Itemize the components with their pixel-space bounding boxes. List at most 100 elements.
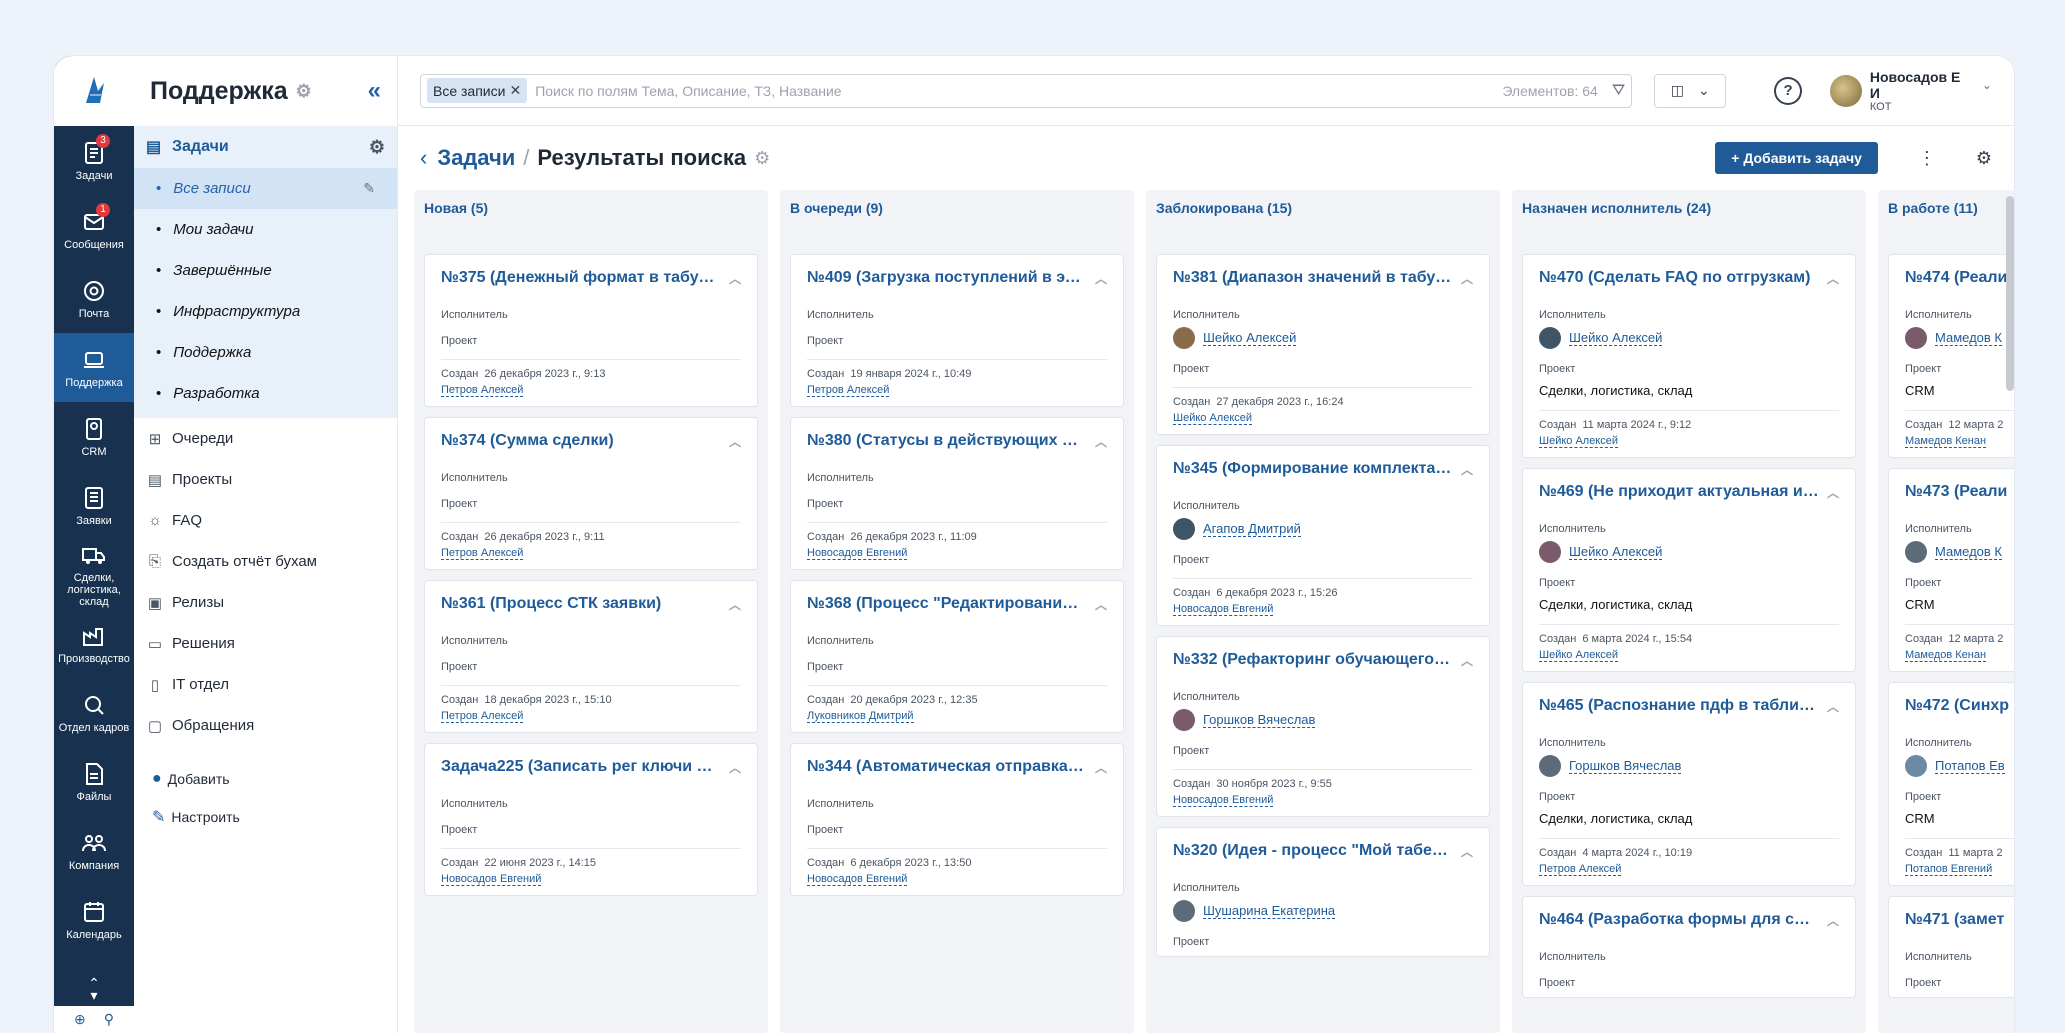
plus-circle-icon[interactable]: ⊕ [74,1011,86,1028]
sidebar-subitem[interactable]: Завершённые [134,250,397,291]
executor[interactable]: Шейко Алексей [1539,541,1839,563]
task-card[interactable]: Задача225 (Записать рег ключи в FA... ︿ Ис… [424,743,758,896]
add-button[interactable]: ● Добавить [134,760,397,798]
task-card[interactable]: №332 (Рефакторинг обучающего бо... ︿ Испол… [1156,636,1490,817]
chevron-up-icon[interactable]: ︿ [1095,759,1107,776]
sidebar-subitem[interactable]: Все записи ✎ [134,168,397,209]
task-card[interactable]: №368 (Процесс "Редактирование но... ︿ Испо… [790,580,1124,733]
rail-item-support[interactable]: Поддержка [54,333,134,402]
rail-item-calendar[interactable]: Календарь [54,885,134,954]
chevron-up-icon[interactable]: ︿ [1095,270,1107,287]
author-link[interactable]: Петров Алексей [441,384,524,397]
executor[interactable]: Агапов Дмитрий [1173,518,1473,540]
help-icon[interactable]: ? [1774,76,1802,105]
author-link[interactable]: Шейко Алексей [1173,412,1253,425]
author-link[interactable]: Шейко Алексей [1539,649,1619,662]
filter-chip[interactable]: Все записи ✕ [427,78,528,103]
chevron-up-icon[interactable]: ︿ [1461,461,1473,478]
task-card[interactable]: №470 (Сделать FAQ по отгрузкам) ︿ Исполнит… [1522,254,1856,458]
gear-icon[interactable]: ⚙ [754,148,770,169]
task-card[interactable]: №381 (Диапазон значений в табулят... ︿ Исп… [1156,254,1490,435]
gear-icon[interactable]: ⚙ [296,81,312,102]
task-card[interactable]: №361 (Процесс СТК заявки) ︿ Исполнитель Про… [424,580,758,733]
chevron-up-icon[interactable]: ︿ [1461,843,1473,860]
card-title[interactable]: №473 (Реали︿ [1905,483,2014,501]
column-title[interactable]: В работе (11) [1888,190,2014,226]
task-card[interactable]: №374 (Сумма сделки) ︿ Исполнитель Проект Соз… [424,417,758,570]
chevron-up-icon[interactable]: ︿ [1827,698,1839,715]
close-icon[interactable]: ✕ [509,82,521,99]
author-link[interactable]: Потапов Евгений [1905,863,1993,876]
author-link[interactable]: Шейко Алексей [1539,435,1619,448]
executor[interactable]: Шушарина Екатерина [1173,900,1473,922]
search-placeholder[interactable]: Поиск по полям Тема, Описание, ТЗ, Назва… [535,83,1502,99]
author-link[interactable]: Петров Алексей [441,710,524,723]
chevron-up-icon[interactable]: ︿ [1461,270,1473,287]
author-link[interactable]: Петров Алексей [441,547,524,560]
rail-item-tasks[interactable]: 3 Задачи [54,126,134,195]
task-card[interactable]: №409 (Загрузка поступлений в элма... ︿ Исп… [790,254,1124,407]
task-card[interactable]: №345 (Формирование комплекта на... ︿ Испол… [1156,445,1490,626]
author-link[interactable]: Мамедов Кенан [1905,649,1987,662]
task-card[interactable]: №474 (Реали︿ Исполнитель Мамедов К Проект CR… [1888,254,2014,458]
task-card[interactable]: №344 (Автоматическая отправка ра... ︿ Испо… [790,743,1124,896]
chevron-up-icon[interactable]: ︿ [1095,433,1107,450]
rail-item-factory[interactable]: Производство [54,609,134,678]
chevron-up-icon[interactable]: ︿ [729,759,741,776]
card-title[interactable]: №361 (Процесс СТК заявки) ︿ [441,595,741,613]
sidebar-subitem[interactable]: Разработка [134,373,397,414]
task-card[interactable]: №375 (Денежный формат в табулято... ︿ Испо… [424,254,758,407]
card-title[interactable]: №472 (Синхр︿ [1905,697,2014,715]
card-title[interactable]: №375 (Денежный формат в табулято... ︿ [441,269,741,287]
card-title[interactable]: №471 (замет︿ [1905,911,2014,929]
rail-item-crm[interactable]: CRM [54,402,134,471]
author-link[interactable]: Новосадов Евгений [1173,603,1274,616]
executor[interactable]: Шейко Алексей [1539,327,1839,349]
card-title[interactable]: №320 (Идея - процесс "Мой табель") ︿ [1173,842,1473,860]
chevron-up-icon[interactable]: ︿ [729,433,741,450]
sidebar-section-title[interactable]: ▤ Задачи ⚙ [134,126,397,168]
collapse-icon[interactable]: « [368,77,381,105]
author-link[interactable]: Новосадов Евгений [807,873,908,886]
executor[interactable]: Шейко Алексей [1173,327,1473,349]
configure-button[interactable]: ✎ Настроить [134,798,397,836]
app-logo[interactable] [54,56,134,126]
card-title[interactable]: №474 (Реали︿ [1905,269,2014,287]
card-title[interactable]: №380 (Статусы в действующих проц... ︿ [807,432,1107,450]
rail-item-mail[interactable]: Почта [54,264,134,333]
rail-item-files[interactable]: Файлы [54,747,134,816]
search-input[interactable]: Все записи ✕ Поиск по полям Тема, Описан… [420,73,1633,108]
sidebar-item[interactable]: ▯ IT отдел [134,664,397,705]
author-link[interactable]: Луковников Дмитрий [807,710,914,723]
column-title[interactable]: Назначен исполнитель (24) [1522,190,1856,226]
executor[interactable]: Потапов Ев [1905,755,2014,777]
card-title[interactable]: №345 (Формирование комплекта на... ︿ [1173,460,1473,478]
task-card[interactable]: №471 (замет︿ Исполнитель Проект [1888,896,2014,998]
chevron-up-icon[interactable]: ︿ [1095,596,1107,613]
sidebar-item[interactable]: ▤ Проекты [134,459,397,500]
card-title[interactable]: №344 (Автоматическая отправка ра... ︿ [807,758,1107,776]
sidebar-subitem[interactable]: Инфраструктура [134,291,397,332]
task-card[interactable]: №469 (Не приходит актуальная инф... ︿ Испо… [1522,468,1856,672]
rail-item-truck[interactable]: Сделки, логистика, склад [54,540,134,609]
card-title[interactable]: №368 (Процесс "Редактирование но... ︿ [807,595,1107,613]
card-title[interactable]: №469 (Не приходит актуальная инф... ︿ [1539,483,1839,501]
chevron-up-icon[interactable]: ︿ [1827,270,1839,287]
sidebar-item[interactable]: ⊞ Очереди [134,418,397,459]
sidebar-item[interactable]: ▢ Обращения [134,705,397,746]
executor[interactable]: Мамедов К [1905,327,2014,349]
sidebar-item[interactable]: ▭ Решения [134,623,397,664]
card-title[interactable]: №470 (Сделать FAQ по отгрузкам) ︿ [1539,269,1839,287]
chevron-up-icon[interactable]: ︿ [1827,484,1839,501]
scrollbar[interactable] [2006,196,2014,391]
view-toggle-button[interactable]: ◫ ⌄ [1654,73,1727,108]
pencil-icon[interactable]: ✎ [363,180,375,197]
chevron-up-icon[interactable]: ︿ [1827,912,1839,929]
gear-icon[interactable]: ⚙ [369,137,385,158]
more-icon[interactable]: ⋮ [1918,148,1936,169]
author-link[interactable]: Новосадов Евгений [807,547,908,560]
user-menu[interactable]: Новосадов Е И КОТ ⌄ [1830,69,1992,113]
rail-item-messages[interactable]: 1 Сообщения [54,195,134,264]
sidebar-item[interactable]: ⎘ Создать отчёт бухам [134,541,397,582]
executor[interactable]: Горшков Вячеслав [1173,709,1473,731]
